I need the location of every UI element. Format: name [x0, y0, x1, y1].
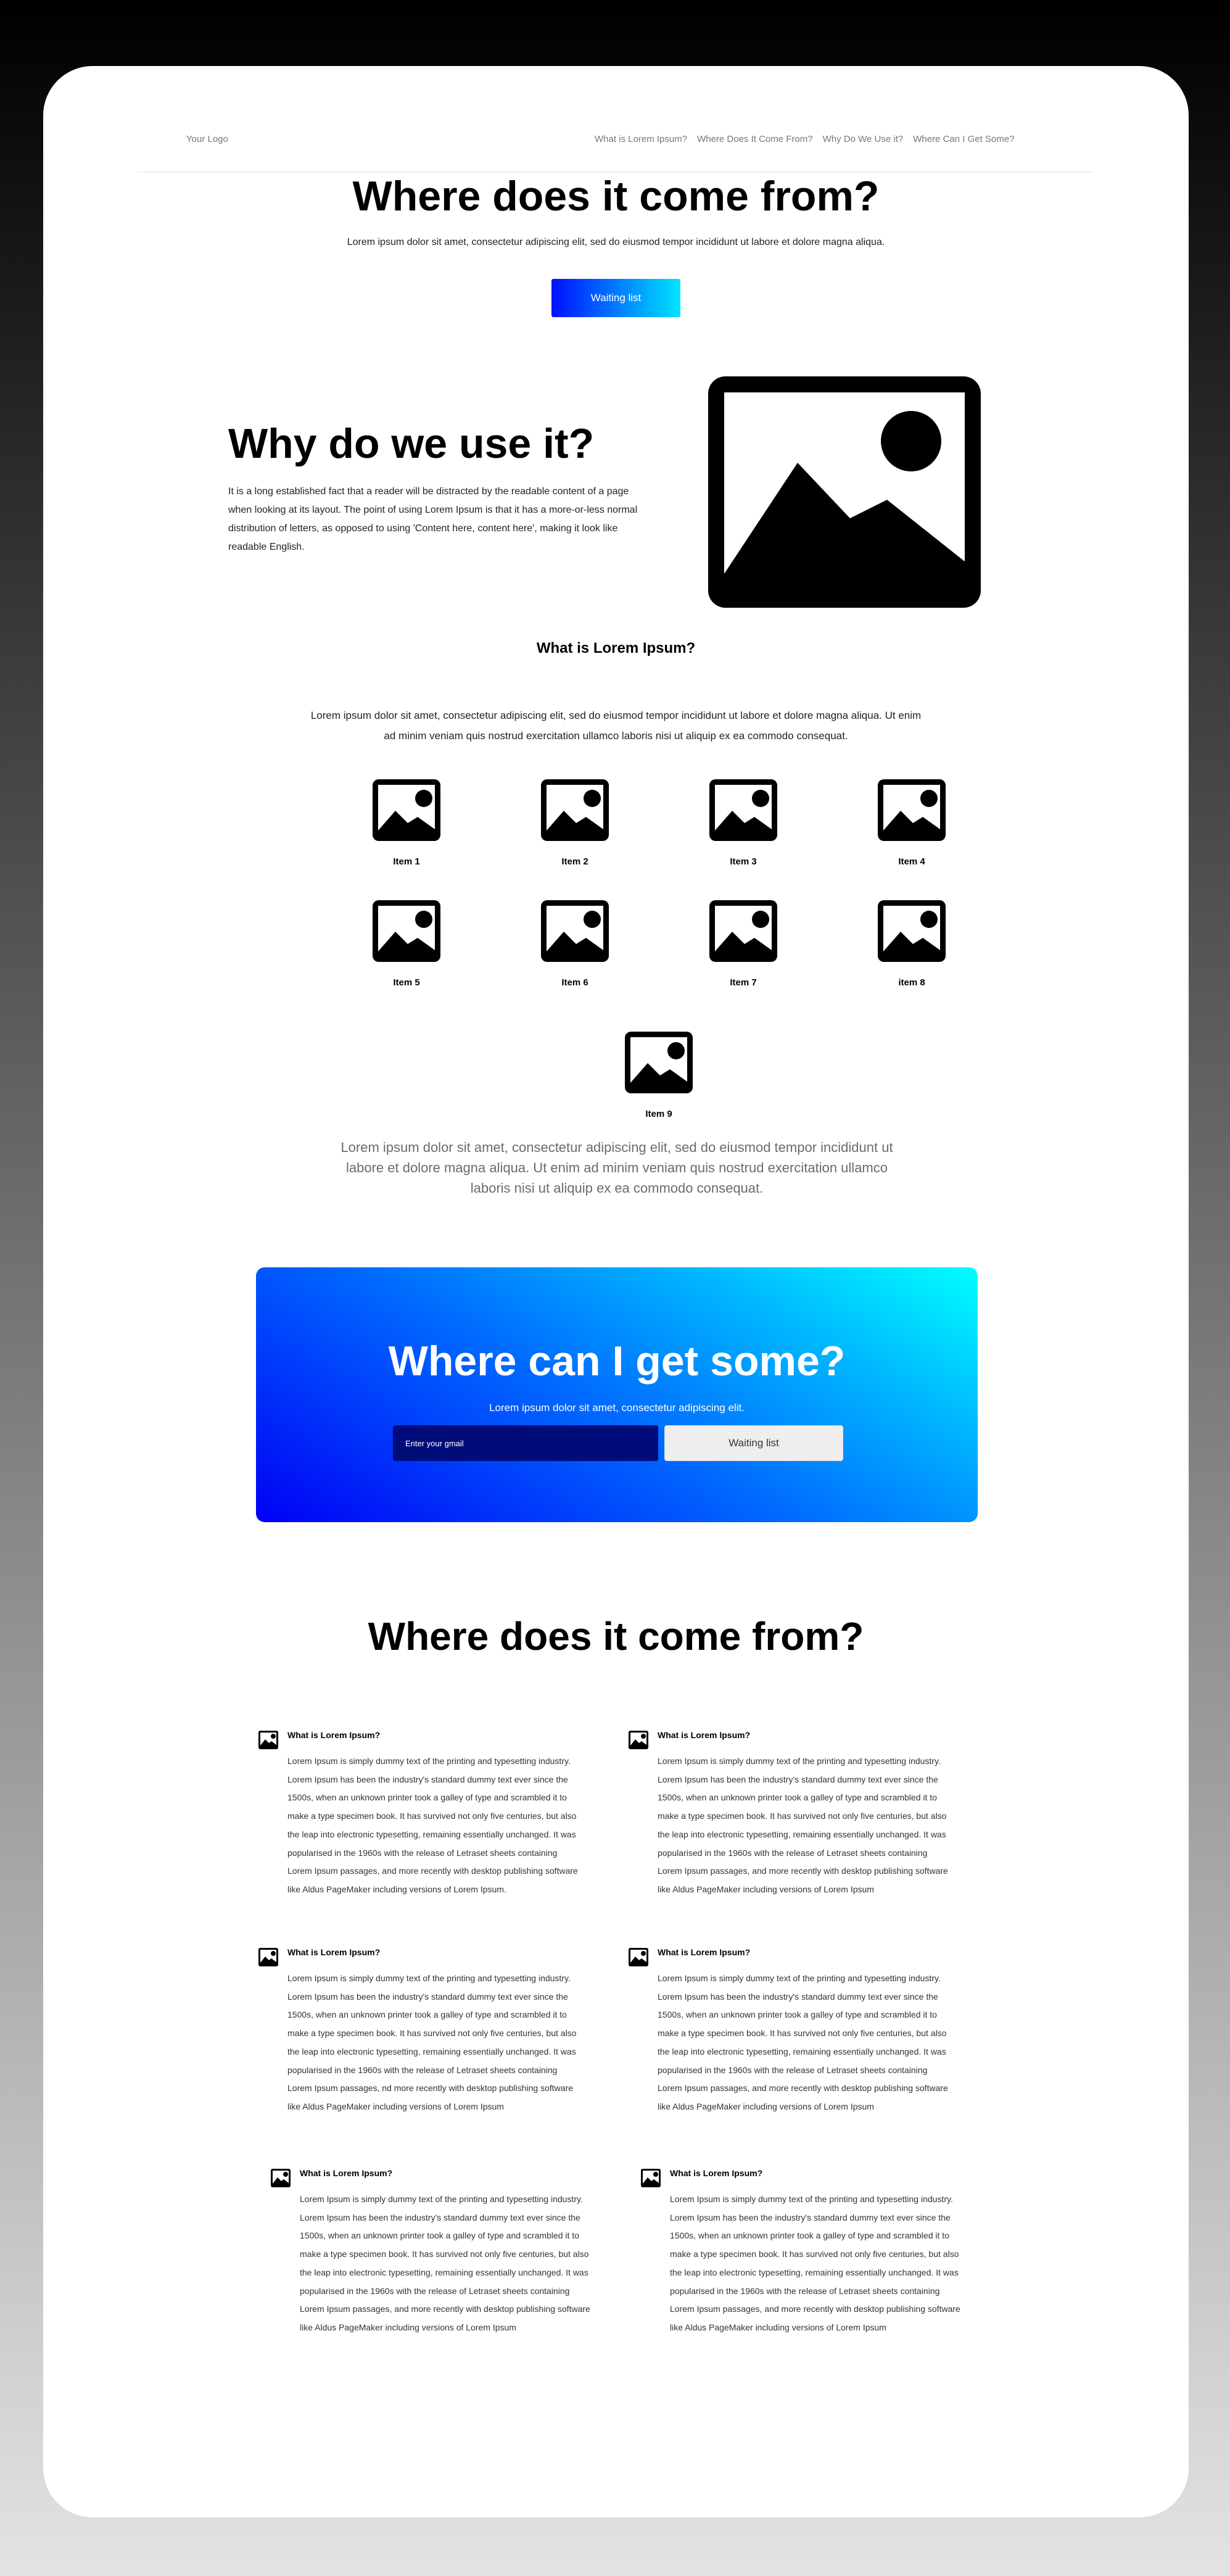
feature-text: Lorem Ipsum is simply dummy text of the …: [287, 1756, 578, 1894]
grid-item[interactable]: Item 6: [532, 898, 618, 988]
image-icon: [625, 1032, 693, 1093]
grid-item-label: Item 1: [393, 856, 420, 867]
top-nav: [137, 120, 1093, 172]
page-card: Your Logo What is Lorem Ipsum? Where Doe…: [43, 66, 1189, 2517]
grid-item-label: Item 4: [898, 856, 925, 867]
feature-title: What is Lorem Ipsum?: [658, 1730, 751, 1740]
grid-item-label: Item 5: [393, 977, 420, 988]
lorem-description: Lorem ipsum dolor sit amet, consectetur …: [310, 710, 922, 742]
nav-link-where-get[interactable]: Where Can I Get Some?: [913, 134, 1014, 144]
image-icon: [709, 900, 777, 962]
image-icon: [258, 1731, 278, 1749]
feature-title: What is Lorem Ipsum?: [658, 1947, 751, 1957]
feature-text: Lorem Ipsum is simply dummy text of the …: [658, 1756, 948, 1894]
grid-item-label: item 8: [898, 977, 925, 988]
image-icon: [541, 900, 609, 962]
feature-text: Lorem Ipsum is simply dummy text of the …: [287, 1973, 577, 2111]
image-icon: [258, 1948, 278, 1966]
image-placeholder-icon: [708, 376, 981, 608]
cta-subtitle: Lorem ipsum dolor sit amet, consectetur …: [489, 1402, 745, 1414]
nav-link-why[interactable]: Why Do We Use it?: [823, 134, 904, 144]
hero-title: Where does it come from?: [352, 173, 880, 220]
grid-item[interactable]: Item 7: [700, 898, 786, 988]
nav-links: What is Lorem Ipsum? Where Does It Come …: [595, 134, 1014, 144]
grid-item[interactable]: Item 9: [616, 1030, 702, 1119]
nav-link-where-from[interactable]: Where Does It Come From?: [697, 134, 813, 144]
feature-text: Lorem Ipsum is simply dummy text of the …: [300, 2194, 590, 2332]
hero-subtitle: Lorem ipsum dolor sit amet, consectetur …: [347, 237, 885, 247]
feature-title: What is Lorem Ipsum?: [670, 2168, 763, 2178]
grid-item[interactable]: Item 3: [700, 777, 786, 867]
image-icon: [629, 1948, 648, 1966]
grid-item[interactable]: Item 2: [532, 777, 618, 867]
feature-title: What is Lorem Ipsum?: [287, 1947, 381, 1957]
image-icon: [373, 900, 440, 962]
nav-link-what[interactable]: What is Lorem Ipsum?: [595, 134, 687, 144]
why-text: It is a long established fact that a rea…: [228, 486, 638, 552]
grid-item[interactable]: Item 5: [363, 898, 450, 988]
image-icon: [878, 900, 946, 962]
features-title: Where does it come from?: [368, 1614, 864, 1659]
email-input[interactable]: Enter your gmail: [393, 1425, 658, 1461]
why-title: Why do we use it?: [228, 420, 595, 467]
image-icon: [709, 779, 777, 841]
image-icon: [878, 779, 946, 841]
feature-title: What is Lorem Ipsum?: [300, 2168, 393, 2178]
lorem-title: What is Lorem Ipsum?: [536, 640, 696, 656]
logo[interactable]: Your Logo: [186, 134, 228, 144]
image-icon: [271, 2169, 291, 2187]
feature-text: Lorem Ipsum is simply dummy text of the …: [658, 1973, 948, 2111]
cta-title: Where can I get some?: [388, 1338, 846, 1385]
grid-item[interactable]: item 8: [869, 898, 955, 988]
grid-item-label: Item 3: [730, 856, 757, 867]
image-icon: [641, 2169, 661, 2187]
image-icon: [541, 779, 609, 841]
grid-item-label: Item 2: [561, 856, 588, 867]
feature-title: What is Lorem Ipsum?: [287, 1730, 381, 1740]
cta-waiting-list-button[interactable]: Waiting list: [664, 1425, 843, 1461]
feature-text: Lorem Ipsum is simply dummy text of the …: [670, 2194, 960, 2332]
image-icon: [629, 1731, 648, 1749]
grid-item-label: Item 9: [645, 1109, 672, 1119]
grid-item-label: Item 7: [730, 977, 757, 988]
grid-item[interactable]: Item 1: [363, 777, 450, 867]
cta-panel: Where can I get some? Lorem ipsum dolor …: [256, 1267, 978, 1522]
hero-waiting-list-button[interactable]: Waiting list: [551, 279, 680, 317]
lorem-footer-text: Lorem ipsum dolor sit amet, consectetur …: [341, 1140, 893, 1196]
grid-item-label: Item 6: [561, 977, 588, 988]
image-icon: [373, 779, 440, 841]
grid-item[interactable]: Item 4: [869, 777, 955, 867]
